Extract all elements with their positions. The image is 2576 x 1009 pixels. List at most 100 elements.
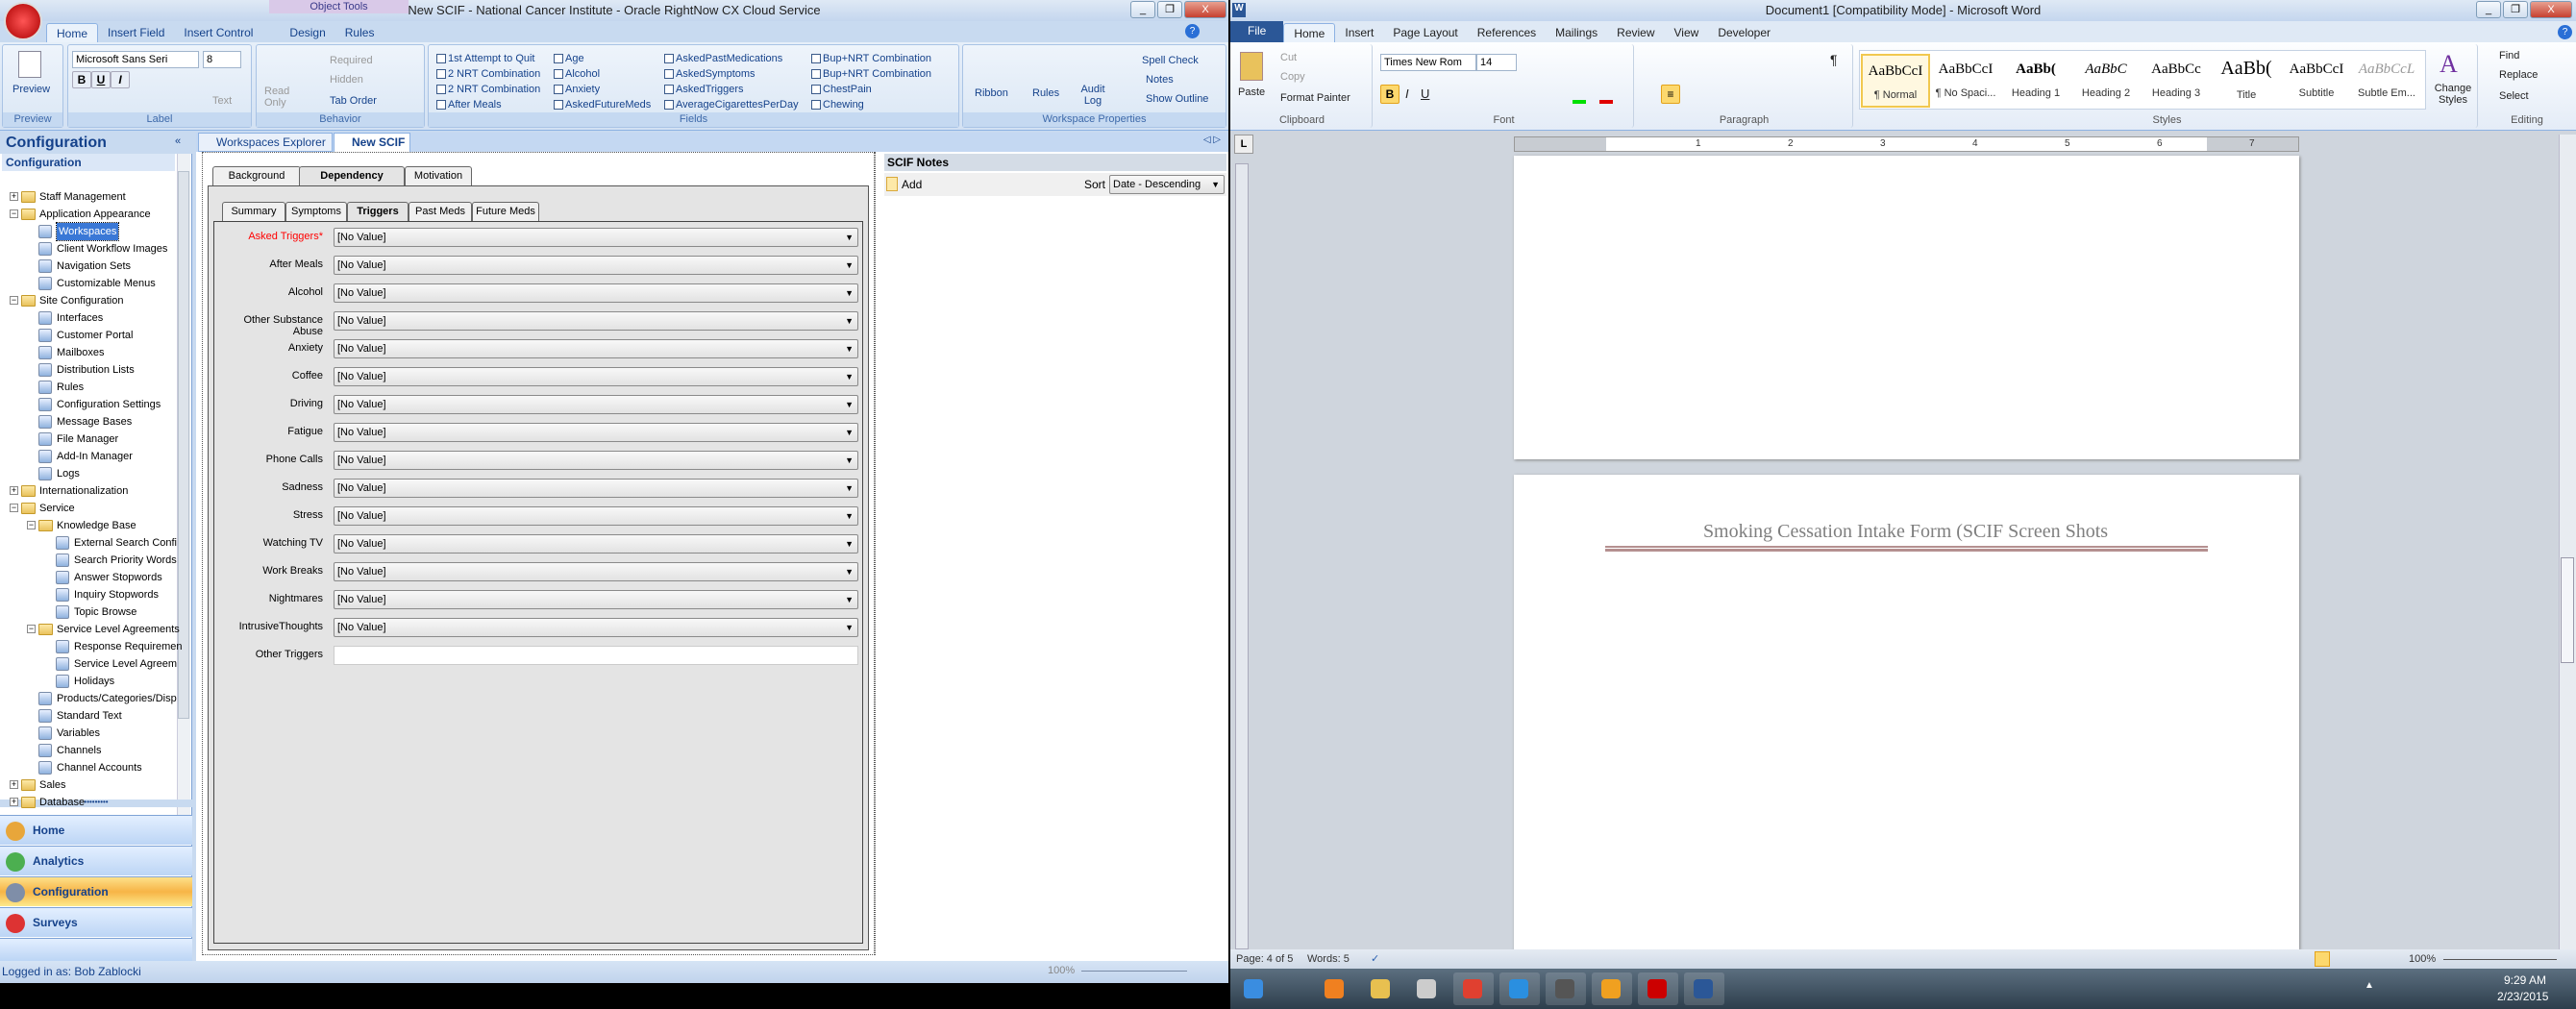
tree-item-channels[interactable]: Channels: [0, 742, 176, 759]
format-painter-button[interactable]: Format Painter: [1280, 92, 1350, 104]
sort-select[interactable]: Date - Descending ▼: [1109, 175, 1225, 194]
tree-item-external-search-confi[interactable]: External Search Confi: [0, 534, 177, 552]
tree-item-navigation-sets[interactable]: Navigation Sets: [0, 258, 176, 275]
field-select-nightmares[interactable]: [No Value] ▼: [334, 590, 858, 609]
nav-configuration[interactable]: Configuration: [0, 876, 192, 906]
splitter[interactable]: [875, 152, 879, 955]
style-heading-2[interactable]: AaBbC Heading 2: [2071, 54, 2141, 108]
tab-page-layout[interactable]: Page Layout: [1383, 23, 1467, 42]
field-item[interactable]: AskedFutureMeds: [554, 99, 651, 111]
tree-item-rules[interactable]: Rules: [0, 379, 176, 396]
clock-time[interactable]: 9:29 AM: [2504, 973, 2546, 987]
style-no-spaci[interactable]: AaBbCcI ¶ No Spaci...: [1931, 54, 2000, 108]
add-note-button[interactable]: Add: [902, 178, 922, 191]
tree-item-products-categories-disp[interactable]: Products/Categories/Disp: [0, 690, 177, 707]
field-item[interactable]: Age: [554, 53, 584, 64]
network-icon[interactable]: [1407, 972, 1448, 1005]
field-item[interactable]: Anxiety: [554, 84, 600, 95]
subtab-summary[interactable]: Summary: [222, 202, 285, 221]
field-select-driving[interactable]: [No Value] ▼: [334, 395, 858, 414]
font-name-select[interactable]: Times New Rom: [1380, 54, 1476, 71]
hidden-button[interactable]: Hidden: [330, 74, 363, 86]
field-item[interactable]: AskedPastMedications: [664, 53, 782, 64]
style-heading-1[interactable]: AaBb(Heading 1: [2001, 54, 2070, 108]
tree-item-add-in-manager[interactable]: Add-In Manager: [0, 448, 176, 465]
tree-item-customizable-menus[interactable]: Customizable Menus: [0, 275, 176, 292]
spell-check-button[interactable]: Spell Check: [1142, 55, 1199, 66]
tree-item-message-bases[interactable]: Message Bases: [0, 413, 176, 431]
tab-workspaces-explorer[interactable]: Workspaces Explorer: [198, 133, 333, 152]
field-select-phone-calls[interactable]: [No Value] ▼: [334, 451, 858, 470]
subtab-triggers[interactable]: Triggers: [347, 202, 409, 221]
tab-order-button[interactable]: Tab Order: [330, 95, 377, 107]
tree-item-knowledge-base[interactable]: − Knowledge Base: [0, 517, 176, 534]
field-select-coffee[interactable]: [No Value] ▼: [334, 367, 858, 386]
collapse-icon[interactable]: −: [27, 521, 36, 529]
style-subtle-em[interactable]: AaBbCcL Subtle Em...: [2352, 54, 2421, 108]
field-item[interactable]: Bup+NRT Combination: [811, 68, 931, 80]
replace-button[interactable]: Replace: [2499, 69, 2538, 81]
tree-item-internationalization[interactable]: + Internationalization: [0, 482, 176, 500]
field-select-watching-tv[interactable]: [No Value] ▼: [334, 534, 858, 554]
tree-item-file-manager[interactable]: File Manager: [0, 431, 176, 448]
subtab-symptoms[interactable]: Symptoms: [285, 202, 347, 221]
chrome-icon[interactable]: [1453, 972, 1494, 1005]
tab-insert-field[interactable]: Insert Field: [98, 23, 174, 42]
app-logo[interactable]: [4, 2, 42, 40]
collapse-icon[interactable]: −: [10, 504, 18, 512]
tree-item-workspaces[interactable]: Workspaces: [0, 222, 176, 241]
word-count[interactable]: Words: 5: [1307, 949, 1350, 969]
document-heading[interactable]: Smoking Cessation Intake Form (SCIF Scre…: [1605, 521, 2206, 543]
tree-item-response-requiremen[interactable]: Response Requiremen: [0, 638, 183, 655]
collapse-icon[interactable]: −: [10, 209, 18, 218]
word-logo-icon[interactable]: W: [1232, 3, 1246, 17]
tab-design[interactable]: Design: [280, 23, 334, 42]
explorer-icon[interactable]: [1361, 972, 1401, 1005]
field-item[interactable]: After Meals: [436, 99, 502, 111]
style-subtitle[interactable]: AaBbCcI Subtitle: [2282, 54, 2351, 108]
tab-dependency[interactable]: Dependency: [299, 166, 405, 185]
field-item[interactable]: 2 NRT Combination: [436, 84, 540, 95]
audit-log-button[interactable]: Audit Log: [1078, 84, 1107, 107]
expand-icon[interactable]: +: [10, 798, 18, 806]
field-item[interactable]: AverageCigarettesPerDay: [664, 99, 799, 111]
outlook-icon[interactable]: [1592, 972, 1632, 1005]
field-item[interactable]: AskedSymptoms: [664, 68, 755, 80]
size-select[interactable]: 8: [203, 51, 241, 68]
font-select[interactable]: Microsoft Sans Seri: [72, 51, 199, 68]
subtab-future-meds[interactable]: Future Meds: [472, 202, 539, 221]
maximize-button[interactable]: ❐: [2503, 1, 2528, 18]
rules-button[interactable]: Rules: [1032, 87, 1059, 99]
tree-item-holidays[interactable]: Holidays: [0, 673, 176, 690]
scrollbar-thumb[interactable]: [2561, 557, 2574, 663]
tab-home[interactable]: Home: [1283, 23, 1336, 42]
show-marks-button[interactable]: ¶: [1830, 52, 1838, 67]
bold-button[interactable]: B: [1380, 85, 1399, 104]
tab-mailings[interactable]: Mailings: [1546, 23, 1607, 42]
field-select-sadness[interactable]: [No Value] ▼: [334, 479, 858, 498]
tab-motivation[interactable]: Motivation: [405, 166, 472, 185]
start-icon[interactable]: [1234, 972, 1267, 1005]
close-button[interactable]: X: [1184, 1, 1226, 18]
font-size-select[interactable]: 14: [1476, 54, 1517, 71]
field-item[interactable]: 2 NRT Combination: [436, 68, 540, 80]
style-title[interactable]: AaBb(Title: [2212, 54, 2281, 108]
field-select-anxiety[interactable]: [No Value] ▼: [334, 339, 858, 358]
expand-icon[interactable]: +: [10, 192, 18, 201]
tree-item-service-level-agreements[interactable]: − Service Level Agreements: [0, 621, 180, 638]
tree-item-logs[interactable]: Logs: [0, 465, 176, 482]
field-item[interactable]: AskedTriggers: [664, 84, 744, 95]
copy-button[interactable]: Copy: [1280, 71, 1305, 83]
ie-icon[interactable]: [1499, 972, 1540, 1005]
select-button[interactable]: Select: [2499, 90, 2529, 102]
collapse-icon[interactable]: −: [10, 296, 18, 305]
tree-item-site-configuration[interactable]: − Site Configuration: [0, 292, 176, 309]
expand-icon[interactable]: +: [10, 486, 18, 495]
tab-background[interactable]: Background: [212, 166, 301, 185]
field-select-alcohol[interactable]: [No Value] ▼: [334, 283, 858, 303]
media-player-icon[interactable]: [1315, 972, 1355, 1005]
field-item[interactable]: ChestPain: [811, 84, 872, 95]
minimize-button[interactable]: _: [2476, 1, 2501, 18]
tab-home[interactable]: Home: [46, 23, 99, 42]
print-layout-button[interactable]: [2315, 951, 2330, 967]
